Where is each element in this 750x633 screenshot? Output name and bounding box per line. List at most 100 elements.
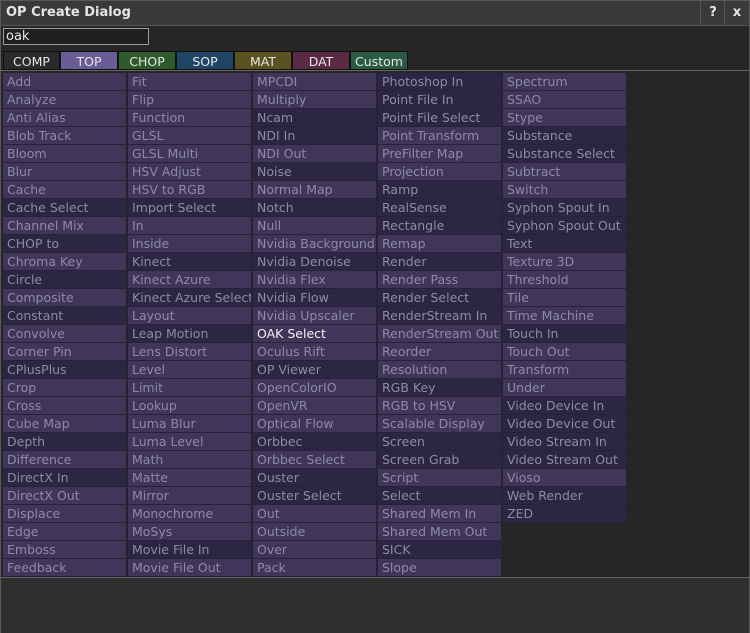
- operator-item[interactable]: Nvidia Flow: [253, 289, 377, 307]
- operator-item[interactable]: Lens Distort: [128, 343, 252, 361]
- operator-item[interactable]: Mirror: [128, 487, 252, 505]
- operator-item[interactable]: OpenColorIO: [253, 379, 377, 397]
- operator-item[interactable]: Projection: [378, 163, 502, 181]
- operator-item[interactable]: Monochrome: [128, 505, 252, 523]
- operator-item[interactable]: Reorder: [378, 343, 502, 361]
- operator-item[interactable]: Edge: [3, 523, 127, 541]
- operator-item[interactable]: Noise: [253, 163, 377, 181]
- operator-item[interactable]: Shared Mem In: [378, 505, 502, 523]
- operator-item[interactable]: RGB to HSV: [378, 397, 502, 415]
- operator-item[interactable]: Leap Motion: [128, 325, 252, 343]
- operator-item[interactable]: HSV Adjust: [128, 163, 252, 181]
- operator-item[interactable]: RGB Key: [378, 379, 502, 397]
- tab-chop[interactable]: CHOP: [118, 51, 176, 70]
- operator-item[interactable]: Pack: [253, 559, 377, 577]
- operator-item[interactable]: Kinect Azure: [128, 271, 252, 289]
- operator-item[interactable]: Nvidia Flex: [253, 271, 377, 289]
- operator-item[interactable]: Syphon Spout In: [503, 199, 627, 217]
- operator-item[interactable]: Import Select: [128, 199, 252, 217]
- operator-item[interactable]: Text: [503, 235, 627, 253]
- operator-item[interactable]: Render: [378, 253, 502, 271]
- operator-item[interactable]: Add: [3, 73, 127, 91]
- operator-item[interactable]: NDI In: [253, 127, 377, 145]
- operator-item[interactable]: Level: [128, 361, 252, 379]
- operator-item[interactable]: Slope: [378, 559, 502, 577]
- tab-top[interactable]: TOP: [60, 51, 118, 70]
- operator-item[interactable]: Touch In: [503, 325, 627, 343]
- operator-item[interactable]: Web Render: [503, 487, 627, 505]
- operator-item[interactable]: Kinect Azure Select: [128, 289, 252, 307]
- operator-item[interactable]: Rectangle: [378, 217, 502, 235]
- operator-item[interactable]: MPCDI: [253, 73, 377, 91]
- tab-mat[interactable]: MAT: [234, 51, 292, 70]
- operator-item[interactable]: Render Select: [378, 289, 502, 307]
- operator-item[interactable]: Photoshop In: [378, 73, 502, 91]
- operator-item[interactable]: Point File Select: [378, 109, 502, 127]
- operator-item[interactable]: Transform: [503, 361, 627, 379]
- operator-item[interactable]: Math: [128, 451, 252, 469]
- operator-item[interactable]: Nvidia Background: [253, 235, 377, 253]
- operator-item[interactable]: Video Device Out: [503, 415, 627, 433]
- operator-item[interactable]: Ramp: [378, 181, 502, 199]
- operator-item[interactable]: Orbbec: [253, 433, 377, 451]
- operator-item[interactable]: Video Stream Out: [503, 451, 627, 469]
- operator-item[interactable]: Render Pass: [378, 271, 502, 289]
- operator-item[interactable]: OpenVR: [253, 397, 377, 415]
- operator-item[interactable]: RenderStream In: [378, 307, 502, 325]
- operator-item[interactable]: OP Viewer: [253, 361, 377, 379]
- operator-item[interactable]: Blur: [3, 163, 127, 181]
- operator-item[interactable]: Emboss: [3, 541, 127, 559]
- operator-item[interactable]: Depth: [3, 433, 127, 451]
- operator-item[interactable]: Over: [253, 541, 377, 559]
- tab-custom[interactable]: Custom: [350, 51, 408, 70]
- operator-item[interactable]: Normal Map: [253, 181, 377, 199]
- operator-item[interactable]: Inside: [128, 235, 252, 253]
- operator-item[interactable]: Chroma Key: [3, 253, 127, 271]
- operator-item[interactable]: CPlusPlus: [3, 361, 127, 379]
- operator-item[interactable]: Outside: [253, 523, 377, 541]
- operator-item[interactable]: Shared Mem Out: [378, 523, 502, 541]
- operator-item[interactable]: Circle: [3, 271, 127, 289]
- search-input[interactable]: [3, 28, 149, 45]
- operator-item[interactable]: Touch Out: [503, 343, 627, 361]
- operator-item[interactable]: Threshold: [503, 271, 627, 289]
- operator-item[interactable]: RenderStream Out: [378, 325, 502, 343]
- operator-item[interactable]: Cube Map: [3, 415, 127, 433]
- operator-item[interactable]: PreFilter Map: [378, 145, 502, 163]
- operator-item[interactable]: Displace: [3, 505, 127, 523]
- operator-item[interactable]: DirectX Out: [3, 487, 127, 505]
- operator-item[interactable]: Vioso: [503, 469, 627, 487]
- operator-item[interactable]: Point Transform: [378, 127, 502, 145]
- operator-item[interactable]: Crop: [3, 379, 127, 397]
- operator-item[interactable]: Tile: [503, 289, 627, 307]
- operator-item[interactable]: Cross: [3, 397, 127, 415]
- operator-item[interactable]: Orbbec Select: [253, 451, 377, 469]
- operator-item[interactable]: NDI Out: [253, 145, 377, 163]
- close-button[interactable]: x: [724, 1, 749, 25]
- operator-item[interactable]: Ouster Select: [253, 487, 377, 505]
- operator-item[interactable]: Remap: [378, 235, 502, 253]
- operator-item[interactable]: Movie File In: [128, 541, 252, 559]
- operator-item[interactable]: Nvidia Denoise: [253, 253, 377, 271]
- operator-item[interactable]: In: [128, 217, 252, 235]
- operator-item[interactable]: Cache Select: [3, 199, 127, 217]
- operator-item[interactable]: Syphon Spout Out: [503, 217, 627, 235]
- operator-item[interactable]: Oculus Rift: [253, 343, 377, 361]
- operator-item[interactable]: MoSys: [128, 523, 252, 541]
- operator-item[interactable]: Limit: [128, 379, 252, 397]
- operator-item[interactable]: GLSL Multi: [128, 145, 252, 163]
- operator-item[interactable]: Out: [253, 505, 377, 523]
- operator-item[interactable]: Script: [378, 469, 502, 487]
- operator-item[interactable]: Matte: [128, 469, 252, 487]
- operator-item[interactable]: Optical Flow: [253, 415, 377, 433]
- operator-item[interactable]: Convolve: [3, 325, 127, 343]
- operator-item[interactable]: Resolution: [378, 361, 502, 379]
- operator-item[interactable]: ZED: [503, 505, 627, 523]
- operator-item[interactable]: Constant: [3, 307, 127, 325]
- operator-item[interactable]: Stype: [503, 109, 627, 127]
- operator-item[interactable]: Nvidia Upscaler: [253, 307, 377, 325]
- operator-item[interactable]: Flip: [128, 91, 252, 109]
- tab-comp[interactable]: COMP: [3, 51, 60, 70]
- operator-item[interactable]: Anti Alias: [3, 109, 127, 127]
- operator-item[interactable]: Feedback: [3, 559, 127, 577]
